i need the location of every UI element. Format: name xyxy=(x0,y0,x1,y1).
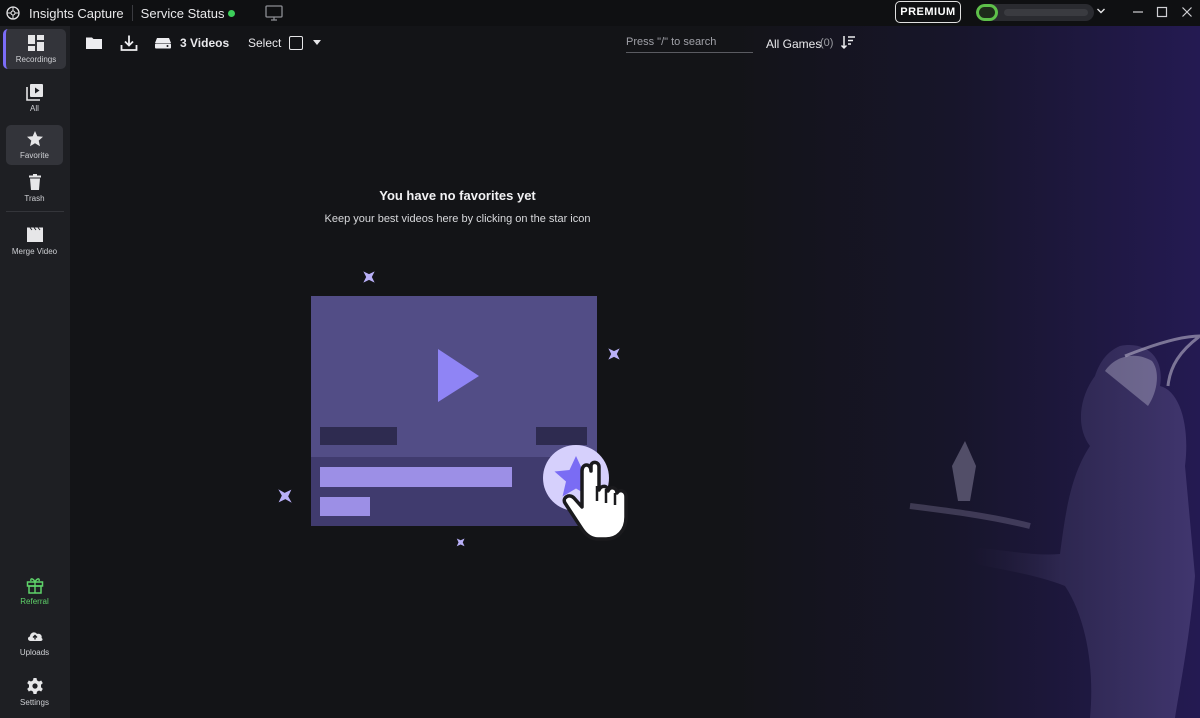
sparkle-icon xyxy=(278,489,292,503)
sidebar-item-label: Favorite xyxy=(20,151,49,160)
sparkle-icon xyxy=(456,538,465,547)
sidebar-item-favorite[interactable]: Favorite xyxy=(6,125,63,165)
sidebar-item-trash[interactable]: Trash xyxy=(6,168,63,208)
close-icon[interactable] xyxy=(1180,5,1194,19)
empty-state-subtitle: Keep your best videos here by clicking o… xyxy=(324,213,591,225)
monitor-icon[interactable] xyxy=(264,5,283,21)
download-icon[interactable] xyxy=(120,34,138,52)
app-title: Insights Capture xyxy=(29,5,124,21)
app-logo-icon xyxy=(6,6,20,20)
game-character-artwork xyxy=(909,334,1200,718)
folder-icon[interactable] xyxy=(85,34,103,52)
games-filter[interactable]: All Games xyxy=(766,37,821,51)
avatar xyxy=(976,4,998,21)
maximize-icon[interactable] xyxy=(1155,5,1169,19)
trash-icon xyxy=(28,174,41,190)
sidebar: Recordings All Favorite Trash Merge Vide… xyxy=(0,26,70,718)
sidebar-item-label: Uploads xyxy=(19,648,50,657)
storage-drive-icon xyxy=(155,38,171,49)
sidebar-item-settings[interactable]: Settings xyxy=(6,672,63,712)
sidebar-item-label: All xyxy=(30,104,39,113)
sidebar-item-merge-video[interactable]: Merge Video xyxy=(6,221,63,261)
clapperboard-icon xyxy=(26,227,43,242)
title-divider xyxy=(131,5,133,21)
premium-button[interactable]: PREMIUM xyxy=(895,1,961,23)
select-label: Select xyxy=(248,36,282,50)
sparkle-icon xyxy=(363,271,375,283)
sparkle-icon xyxy=(608,348,620,360)
sidebar-item-label: Trash xyxy=(24,194,45,203)
gear-icon xyxy=(26,678,43,694)
sidebar-item-all[interactable]: All xyxy=(6,78,63,118)
sidebar-item-label: Settings xyxy=(20,698,49,707)
empty-state-title: You have no favorites yet xyxy=(379,188,536,203)
account-name-redacted xyxy=(1004,9,1088,16)
chevron-down-icon[interactable] xyxy=(1096,6,1106,16)
sidebar-item-uploads[interactable]: Uploads xyxy=(6,622,63,662)
sidebar-item-label: Referral xyxy=(20,597,49,606)
account-selector[interactable] xyxy=(976,4,1094,21)
gift-icon xyxy=(26,578,43,594)
games-count: (0) xyxy=(820,37,834,49)
toolbar: 3 Videos Select All Games (0) xyxy=(70,26,870,60)
service-status-label: Service Status xyxy=(140,5,225,21)
minimize-icon[interactable] xyxy=(1131,5,1145,19)
service-status[interactable]: Service Status xyxy=(141,6,235,21)
status-online-indicator xyxy=(227,9,235,17)
main-content: 3 Videos Select All Games (0) You have n… xyxy=(70,26,1200,718)
favorites-empty-illustration xyxy=(278,271,628,547)
videos-count: 3 Videos xyxy=(180,36,230,50)
select-dropdown-caret-icon[interactable] xyxy=(313,40,321,45)
sidebar-item-label: Recordings xyxy=(15,55,57,64)
sidebar-item-referral[interactable]: Referral xyxy=(6,571,63,611)
play-library-icon xyxy=(25,84,43,101)
dashboard-icon xyxy=(28,35,44,51)
sidebar-divider xyxy=(6,211,64,212)
select-all-checkbox[interactable] xyxy=(289,36,303,50)
cloud-upload-icon xyxy=(27,632,43,641)
search-input[interactable] xyxy=(626,32,753,53)
star-icon xyxy=(26,131,43,147)
sort-icon[interactable] xyxy=(840,34,856,50)
sidebar-item-recordings[interactable]: Recordings xyxy=(3,29,66,69)
sidebar-item-label: Merge Video xyxy=(11,247,58,256)
